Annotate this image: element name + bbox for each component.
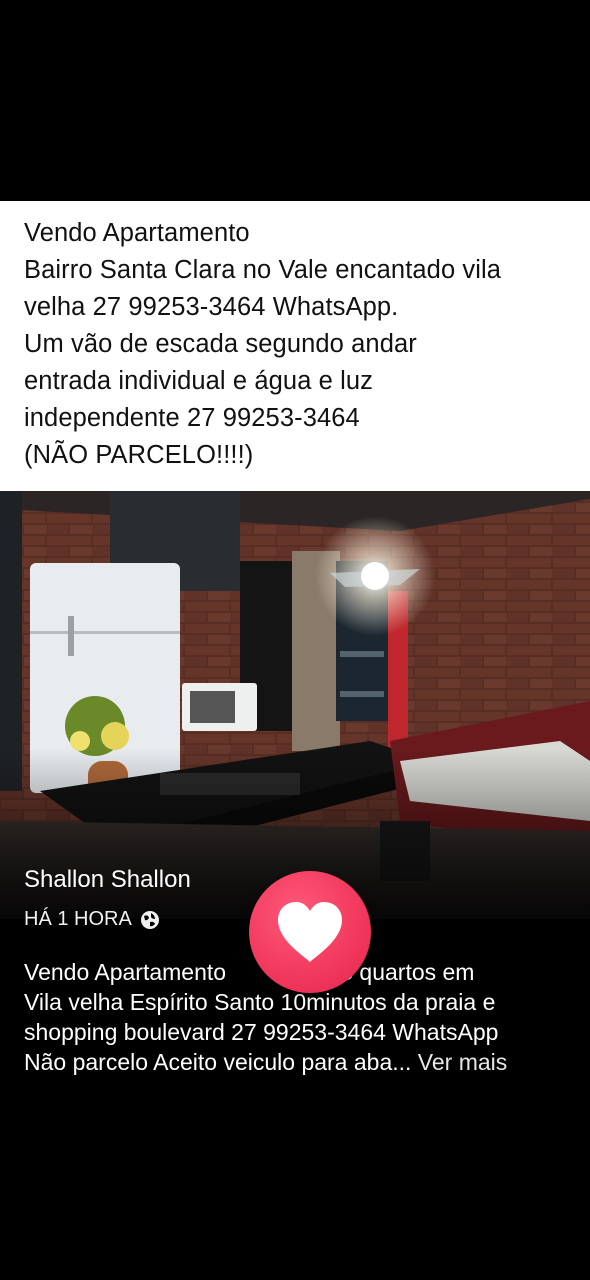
author-name[interactable]: Shallon Shallon bbox=[24, 866, 191, 894]
globe-icon bbox=[140, 910, 160, 930]
post-text: Vendo Apartamento Bairro Santa Clara no … bbox=[24, 215, 580, 474]
see-more-link[interactable]: Ver mais bbox=[418, 1049, 507, 1075]
description-line: Vendo Apartamento bbox=[24, 959, 233, 985]
post-time: HÁ 1 HORA bbox=[24, 908, 132, 930]
post-meta: HÁ 1 HORA bbox=[24, 908, 160, 931]
heart-reaction-button[interactable] bbox=[249, 871, 371, 993]
post-text-line: entrada individual e água e luz bbox=[24, 367, 374, 395]
description-line: shopping boulevard 27 99253-3464 WhatsAp… bbox=[24, 1019, 499, 1045]
heart-icon bbox=[278, 902, 342, 962]
post-text-line: independente 27 99253-3464 bbox=[24, 404, 360, 432]
apartment-photo[interactable] bbox=[0, 491, 590, 919]
post-text-line: Um vão de escada segundo andar bbox=[24, 330, 417, 358]
post-text-line: Bairro Santa Clara no Vale encantado vil… bbox=[24, 256, 502, 284]
post-text-line: Vendo Apartamento bbox=[24, 219, 250, 247]
top-black-area bbox=[0, 0, 590, 201]
post-text-card: Vendo Apartamento Bairro Santa Clara no … bbox=[0, 201, 590, 491]
post-text-line: (NÃO PARCELO!!!!) bbox=[24, 441, 254, 469]
description-line: Não parcelo Aceito veiculo para aba... bbox=[24, 1049, 412, 1075]
post-text-line: velha 27 99253-3464 WhatsApp. bbox=[24, 293, 399, 321]
